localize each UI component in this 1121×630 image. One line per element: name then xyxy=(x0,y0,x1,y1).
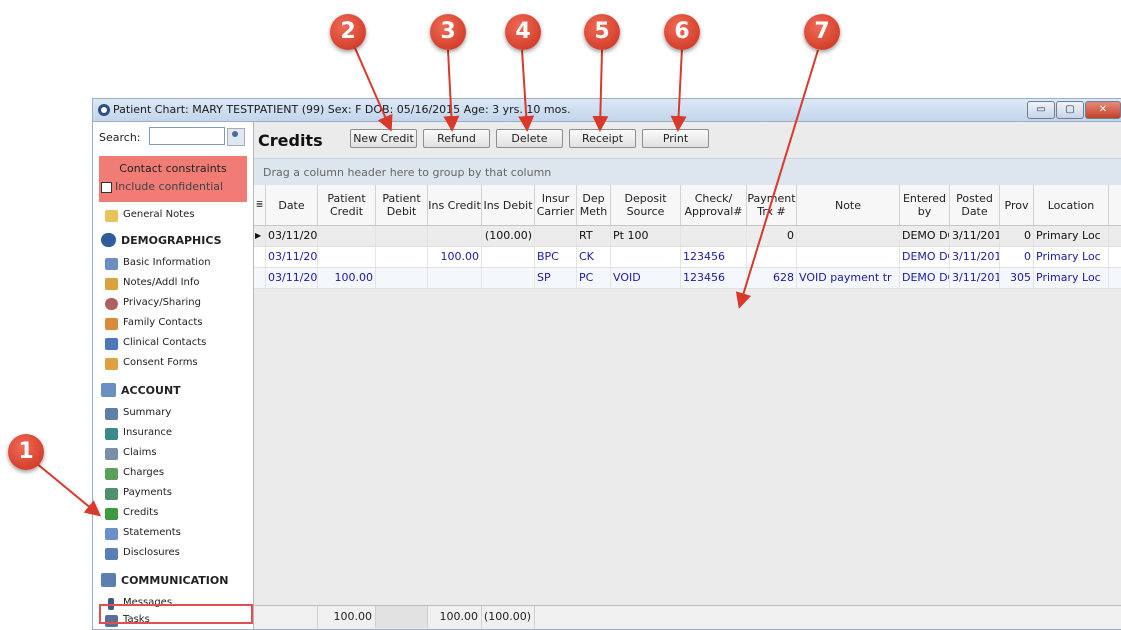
callout-7: 7 xyxy=(804,14,840,50)
callout-5: 5 xyxy=(584,14,620,50)
arrow-2 xyxy=(354,47,393,132)
arrow-4 xyxy=(518,49,535,132)
callout-1: 1 xyxy=(8,434,44,470)
arrow-5 xyxy=(592,49,609,132)
arrow-7 xyxy=(735,49,819,309)
callout-arrows xyxy=(29,47,819,517)
callout-2: 2 xyxy=(330,14,366,50)
callout-6: 6 xyxy=(664,14,700,50)
arrow-1 xyxy=(29,457,102,517)
arrow-6 xyxy=(670,47,687,132)
callout-3: 3 xyxy=(430,14,466,50)
arrow-3 xyxy=(443,49,460,132)
callout-4: 4 xyxy=(505,14,541,50)
